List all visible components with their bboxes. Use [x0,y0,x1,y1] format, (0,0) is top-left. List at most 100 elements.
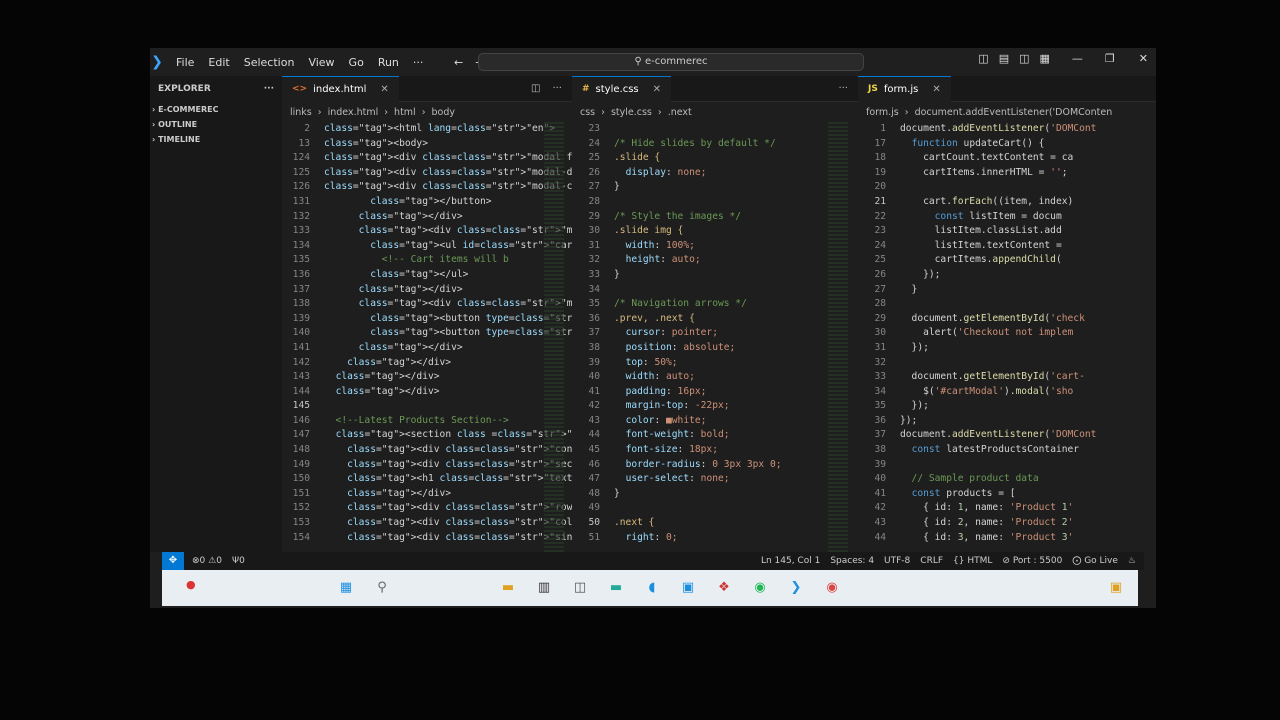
code-line[interactable]: 32 [858,356,1156,371]
code-line[interactable]: 36}); [858,414,1156,429]
code-line[interactable]: 138 class="tag"><div class=class="str">"… [282,297,572,312]
remote-icon[interactable]: ✥ [162,552,184,570]
menu-item[interactable]: Run [378,56,399,69]
code-line[interactable]: 33 document.getElementById('cart- [858,370,1156,385]
menu-item[interactable]: Go [349,56,364,69]
code-line[interactable]: 39 [858,458,1156,473]
store-icon[interactable]: ▬ [608,580,624,596]
code-line[interactable]: 29 /* Style the images */ [572,210,858,225]
code-line[interactable]: 30 .slide img { [572,224,858,239]
close-icon[interactable]: ✕ [1139,52,1148,65]
split-editor-icon[interactable]: ◫ [531,83,540,94]
code-line[interactable]: 148 class="tag"><div class=class="str">"… [282,443,572,458]
code-line[interactable]: 26 display: none; [572,166,858,181]
more-actions-icon[interactable]: ··· [552,83,562,94]
code-line[interactable]: 25 .slide { [572,151,858,166]
menu-item[interactable]: ··· [413,56,424,69]
code-line[interactable]: 37 cursor: pointer; [572,326,858,341]
code-line[interactable]: 144 class="tag"></div> [282,385,572,400]
explorer-section-outline[interactable]: › OUTLINE [150,117,282,132]
code-line[interactable]: 17 function updateCart() { [858,137,1156,152]
code-line[interactable]: 20 [858,180,1156,195]
layout-sidebar-icon[interactable]: ◫ [978,52,988,65]
problems-indicator[interactable]: ⊗0 ⚠0 [192,556,222,566]
code-line[interactable]: 27 } [858,283,1156,298]
breadcrumb-item[interactable]: links [290,107,312,118]
close-tab-icon[interactable]: ✕ [932,84,940,95]
code-line[interactable]: 136 class="tag"></ul> [282,268,572,283]
code-line[interactable]: 30 alert('Checkout not implem [858,326,1156,341]
code-line[interactable]: 31 }); [858,341,1156,356]
code-area[interactable]: 2 class="tag"><html lang=class="str">"en"… [282,122,572,545]
code-line[interactable]: 21 cart.forEach((item, index) [858,195,1156,210]
go-live-button[interactable]: ⨀ Go Live [1072,556,1118,566]
breadcrumb-item[interactable]: index.html [328,107,379,118]
language-mode[interactable]: {} HTML [953,556,992,566]
code-line[interactable]: 45 font-size: 18px; [572,443,858,458]
code-line[interactable]: 36 .prev, .next { [572,312,858,327]
notification-badge-icon[interactable]: ● [186,578,196,591]
tray-app-icon[interactable]: ▣ [1108,580,1124,596]
code-line[interactable]: 41 padding: 16px; [572,385,858,400]
code-line[interactable]: 13 class="tag"><body> [282,137,572,152]
layout-panel-icon[interactable]: ▤ [999,52,1009,65]
close-tab-icon[interactable]: ✕ [380,84,388,95]
code-line[interactable]: 40 // Sample product data [858,472,1156,487]
code-line[interactable]: 146 <!--Latest Products Section--> [282,414,572,429]
gift-icon[interactable]: ❖ [716,580,732,596]
code-line[interactable]: 133 class="tag"><div class=class="str">"… [282,224,572,239]
code-line[interactable]: 154 class="tag"><div class=class="str">"… [282,531,572,546]
code-line[interactable]: 50 .next { [572,516,858,531]
code-line[interactable]: 26 }); [858,268,1156,283]
notifications-icon[interactable]: ♨ [1128,556,1136,566]
code-line[interactable]: 150 class="tag"><h1 class=class="str">"t… [282,472,572,487]
code-line[interactable]: 139 class="tag"><button type=class="str"… [282,312,572,327]
code-line[interactable]: 24 /* Hide slides by default */ [572,137,858,152]
code-line[interactable]: 40 width: auto; [572,370,858,385]
code-line[interactable]: 153 class="tag"><div class=class="str">"… [282,516,572,531]
tab-style-css[interactable]: # style.css ✕ [572,76,672,102]
search-icon[interactable]: ⚲ [374,580,390,596]
code-line[interactable]: 42 margin-top: -22px; [572,399,858,414]
code-line[interactable]: 34 $('#cartModal').modal('sho [858,385,1156,400]
code-line[interactable]: 29 document.getElementById('check [858,312,1156,327]
code-line[interactable]: 22 const listItem = docum [858,210,1156,225]
back-arrow-icon[interactable]: ← [454,56,463,69]
code-line[interactable]: 23 [572,122,858,137]
code-line[interactable]: 31 width: 100%; [572,239,858,254]
code-line[interactable]: 145 [282,399,572,414]
code-line[interactable]: 43 color: ■white; [572,414,858,429]
code-line[interactable]: 39 top: 50%; [572,356,858,371]
app-icon[interactable]: ▣ [680,580,696,596]
layout-customize-icon[interactable]: ▦ [1040,52,1050,65]
code-line[interactable]: 35 }); [858,399,1156,414]
line-ending[interactable]: CRLF [920,556,943,566]
code-line[interactable]: 18 cartCount.textContent = ca [858,151,1156,166]
code-line[interactable]: 124 class="tag"><div class=class="str">"m… [282,151,572,166]
menu-item[interactable]: View [308,56,334,69]
windows-start-icon[interactable]: ▦ [338,580,354,596]
code-line[interactable]: 42 { id: 1, name: 'Product 1' [858,501,1156,516]
file-explorer-icon[interactable]: ▥ [536,580,552,596]
code-line[interactable]: 28 [858,297,1156,312]
edge-browser-icon[interactable]: ◖ [644,580,660,596]
code-line[interactable]: 38 position: absolute; [572,341,858,356]
live-server-port[interactable]: ⊘ Port : 5500 [1002,556,1062,566]
code-area[interactable]: 23 24 /* Hide slides by default */ 25 .slide… [572,122,858,545]
code-line[interactable]: 131 class="tag"></button> [282,195,572,210]
code-line[interactable]: 142 class="tag"></div> [282,356,572,371]
chrome-icon[interactable]: ◉ [824,580,840,596]
menu-item[interactable]: File [176,56,194,69]
ports-indicator[interactable]: Ψ0 [232,556,245,566]
widgets-icon[interactable]: ▬ [500,580,516,596]
code-line[interactable]: 25 cartItems.appendChild( [858,253,1156,268]
indentation[interactable]: Spaces: 4 [830,556,874,566]
code-line[interactable]: 134 class="tag"><ul id=class="str">"cart… [282,239,572,254]
code-line[interactable]: 137 class="tag"></div> [282,283,572,298]
code-line[interactable]: 35 /* Navigation arrows */ [572,297,858,312]
encoding[interactable]: UTF-8 [884,556,910,566]
command-center-search[interactable]: ⚲ e-commerec [478,53,864,71]
code-line[interactable]: 44 { id: 3, name: 'Product 3' [858,531,1156,546]
code-line[interactable]: 43 { id: 2, name: 'Product 2' [858,516,1156,531]
explorer-section-timeline[interactable]: › TIMELINE [150,132,282,147]
